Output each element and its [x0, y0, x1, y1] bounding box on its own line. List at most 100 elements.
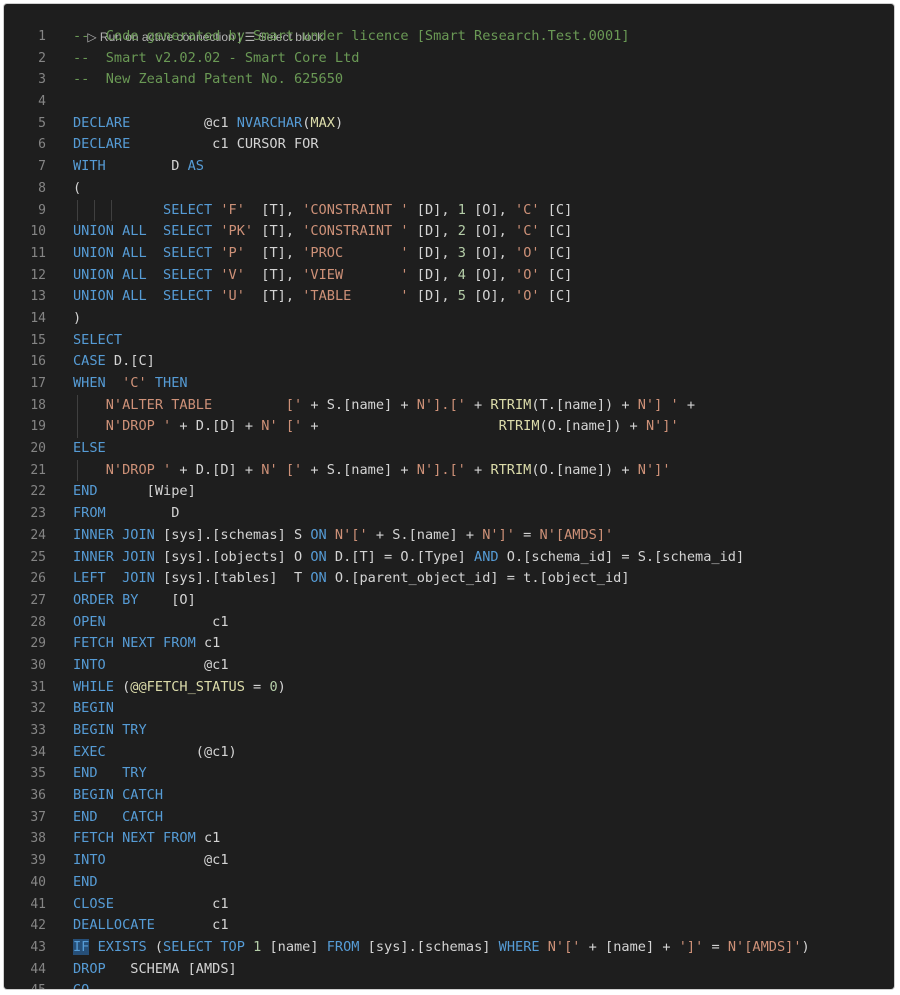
code-text: UNION ALL SELECT 'P' [T], 'PROC ' [D], 3…	[73, 243, 572, 265]
code-line[interactable]: 3 -- New Zealand Patent No. 625650	[4, 69, 894, 91]
code-line[interactable]: 23 FROM D	[4, 503, 894, 525]
code-token: 'O'	[515, 266, 540, 283]
code-line[interactable]: 31 WHILE (@@FETCH_STATUS = 0)	[4, 677, 894, 699]
code-line[interactable]: 30 INTO @c1	[4, 655, 894, 677]
code-token: [T],	[244, 266, 303, 283]
code-editor[interactable]: 1 -- Code generated by Smart under licenc…	[4, 26, 894, 989]
code-line[interactable]: 2 -- Smart v2.02.02 - Smart Core Ltd	[4, 48, 894, 70]
line-number: 33	[30, 723, 46, 738]
code-line[interactable]: 9 SELECT 'F' [T], 'CONSTRAINT ' [D], 1 […	[4, 199, 894, 222]
code-line[interactable]: 33 BEGIN TRY	[4, 720, 894, 742]
code-token: + [name] +	[580, 938, 679, 955]
line-number: 38	[30, 831, 46, 847]
code-line[interactable]: 26 LEFT JOIN [sys].[tables] T ON O.[paren…	[4, 568, 894, 590]
code-line[interactable]: 19 N'DROP ' + D.[D] + N' [' + RTRIM(O.[n…	[4, 416, 894, 439]
code-line[interactable]: 35 END TRY	[4, 763, 894, 785]
code-token: ON	[310, 526, 327, 543]
code-token: FETCH NEXT FROM	[73, 830, 196, 847]
code-token: [D],	[408, 244, 458, 261]
code-line[interactable]: 11 UNION ALL SELECT 'P' [T], 'PROC ' [D],…	[4, 243, 894, 265]
line-number: 19	[30, 419, 46, 435]
code-token: SELECT	[163, 201, 213, 218]
code-line[interactable]: 8(	[4, 178, 894, 200]
code-token: RTRIM	[498, 418, 540, 435]
code-line[interactable]: 21 N'DROP ' + D.[D] + N' [' + S.[name] +…	[4, 459, 894, 482]
line-number: 24	[30, 527, 46, 543]
code-line[interactable]: 15 SELECT	[4, 330, 894, 352]
code-line[interactable]: 12 UNION ALL SELECT 'V' [T], 'VIEW ' [D],…	[4, 265, 894, 287]
code-text: FETCH NEXT FROM c1	[73, 828, 220, 850]
code-token: 'PK'	[220, 223, 254, 240]
code-line[interactable]: 45 GO	[4, 980, 894, 989]
line-number: 21	[30, 462, 46, 478]
line-number: 37	[30, 809, 46, 825]
code-line[interactable]: 5 DECLARE @c1 NVARCHAR(MAX)	[4, 113, 894, 135]
code-token: [name]	[261, 938, 327, 955]
code-token: @c1	[203, 114, 237, 131]
code-text: )	[73, 308, 81, 330]
code-token: + D.[D] +	[171, 461, 262, 478]
code-line[interactable]: 13 UNION ALL SELECT 'U' [T], 'TABLE ' [D]…	[4, 286, 894, 308]
code-token: [Wipe]	[97, 483, 196, 500]
code-line[interactable]: 34 EXEC (@c1)	[4, 742, 894, 764]
code-line[interactable]: 10 UNION ALL SELECT 'PK' [T], 'CONSTRAINT…	[4, 221, 894, 243]
code-text: END [Wipe]	[73, 481, 196, 503]
code-token: )	[801, 938, 810, 955]
code-line[interactable]: 20 ELSE	[4, 438, 894, 460]
code-line[interactable]: 1 -- Code generated by Smart under licenc…	[4, 26, 894, 48]
code-token: CASE	[73, 353, 106, 370]
line-number: 12	[30, 267, 46, 283]
code-token: N'] '	[637, 396, 679, 413]
code-line[interactable]: 25 INNER JOIN [sys].[objects] O ON D.[T] …	[4, 547, 894, 569]
code-token: WHERE	[498, 938, 540, 955]
code-token: ORDER BY	[73, 591, 139, 608]
code-line[interactable]: 22 END [Wipe]	[4, 481, 894, 503]
code-line[interactable]: 28 OPEN c1	[4, 612, 894, 634]
code-token: N']'	[482, 526, 515, 543]
code-text: END CATCH	[73, 807, 163, 829]
code-line[interactable]: 4	[4, 91, 894, 113]
code-token: FETCH NEXT FROM	[73, 635, 196, 652]
code-token: DROP	[73, 960, 106, 977]
code-line[interactable]: 37 END CATCH	[4, 807, 894, 829]
code-line[interactable]: 36 BEGIN CATCH	[4, 785, 894, 807]
code-line[interactable]: 43 IF EXISTS (SELECT TOP 1 [name] FROM [s…	[4, 937, 894, 959]
line-number: 26	[30, 571, 46, 587]
code-line[interactable]: 18 N'ALTER TABLE [' + S.[name] + N'].[' …	[4, 394, 894, 417]
code-line[interactable]: 14)	[4, 308, 894, 330]
code-text: DECLARE c1 CURSOR FOR	[73, 134, 319, 156]
code-line[interactable]: 6 DECLARE c1 CURSOR FOR	[4, 134, 894, 156]
code-line[interactable]: 24 INNER JOIN [sys].[schemas] S ON N'[' +…	[4, 525, 894, 547]
code-token: [D],	[408, 288, 458, 305]
code-token: [D],	[408, 223, 458, 240]
code-line[interactable]: 38 FETCH NEXT FROM c1	[4, 828, 894, 850]
code-line[interactable]: 16 CASE D.[C]	[4, 351, 894, 373]
code-line[interactable]: 17 WHEN 'C' THEN	[4, 373, 894, 395]
code-token: UNION ALL	[73, 266, 147, 283]
code-line[interactable]: 41 CLOSE c1	[4, 894, 894, 916]
line-number: 8	[38, 180, 46, 196]
code-token: [O],	[465, 288, 516, 305]
code-line[interactable]: 27 ORDER BY [O]	[4, 590, 894, 612]
code-token: 'TABLE '	[302, 288, 409, 305]
code-token: -- New Zealand Patent No. 625650	[73, 71, 344, 88]
code-text: INTO @c1	[73, 655, 229, 677]
code-line[interactable]: 44 DROP SCHEMA [AMDS]	[4, 959, 894, 981]
code-line[interactable]: 40 END	[4, 872, 894, 894]
code-token: N' ['	[261, 418, 303, 435]
code-token: [T],	[244, 288, 303, 305]
code-text: INNER JOIN [sys].[schemas] S ON N'[' + S…	[73, 525, 613, 547]
code-text: WHEN 'C' THEN	[73, 373, 188, 395]
code-line[interactable]: 39 INTO @c1	[4, 850, 894, 872]
code-token: 3	[457, 244, 466, 261]
code-text: UNION ALL SELECT 'V' [T], 'VIEW ' [D], 4…	[73, 265, 572, 287]
code-line[interactable]: 7 WITH D AS	[4, 156, 894, 178]
code-line[interactable]: 29 FETCH NEXT FROM c1	[4, 633, 894, 655]
code-line[interactable]: 32 BEGIN	[4, 698, 894, 720]
line-number: 16	[30, 354, 46, 370]
code-line[interactable]: 42 DEALLOCATE c1	[4, 915, 894, 937]
code-token: N'ALTER TABLE ['	[105, 396, 303, 413]
code-token: (O.[name]) +	[531, 461, 638, 478]
code-token: RTRIM	[490, 396, 532, 413]
